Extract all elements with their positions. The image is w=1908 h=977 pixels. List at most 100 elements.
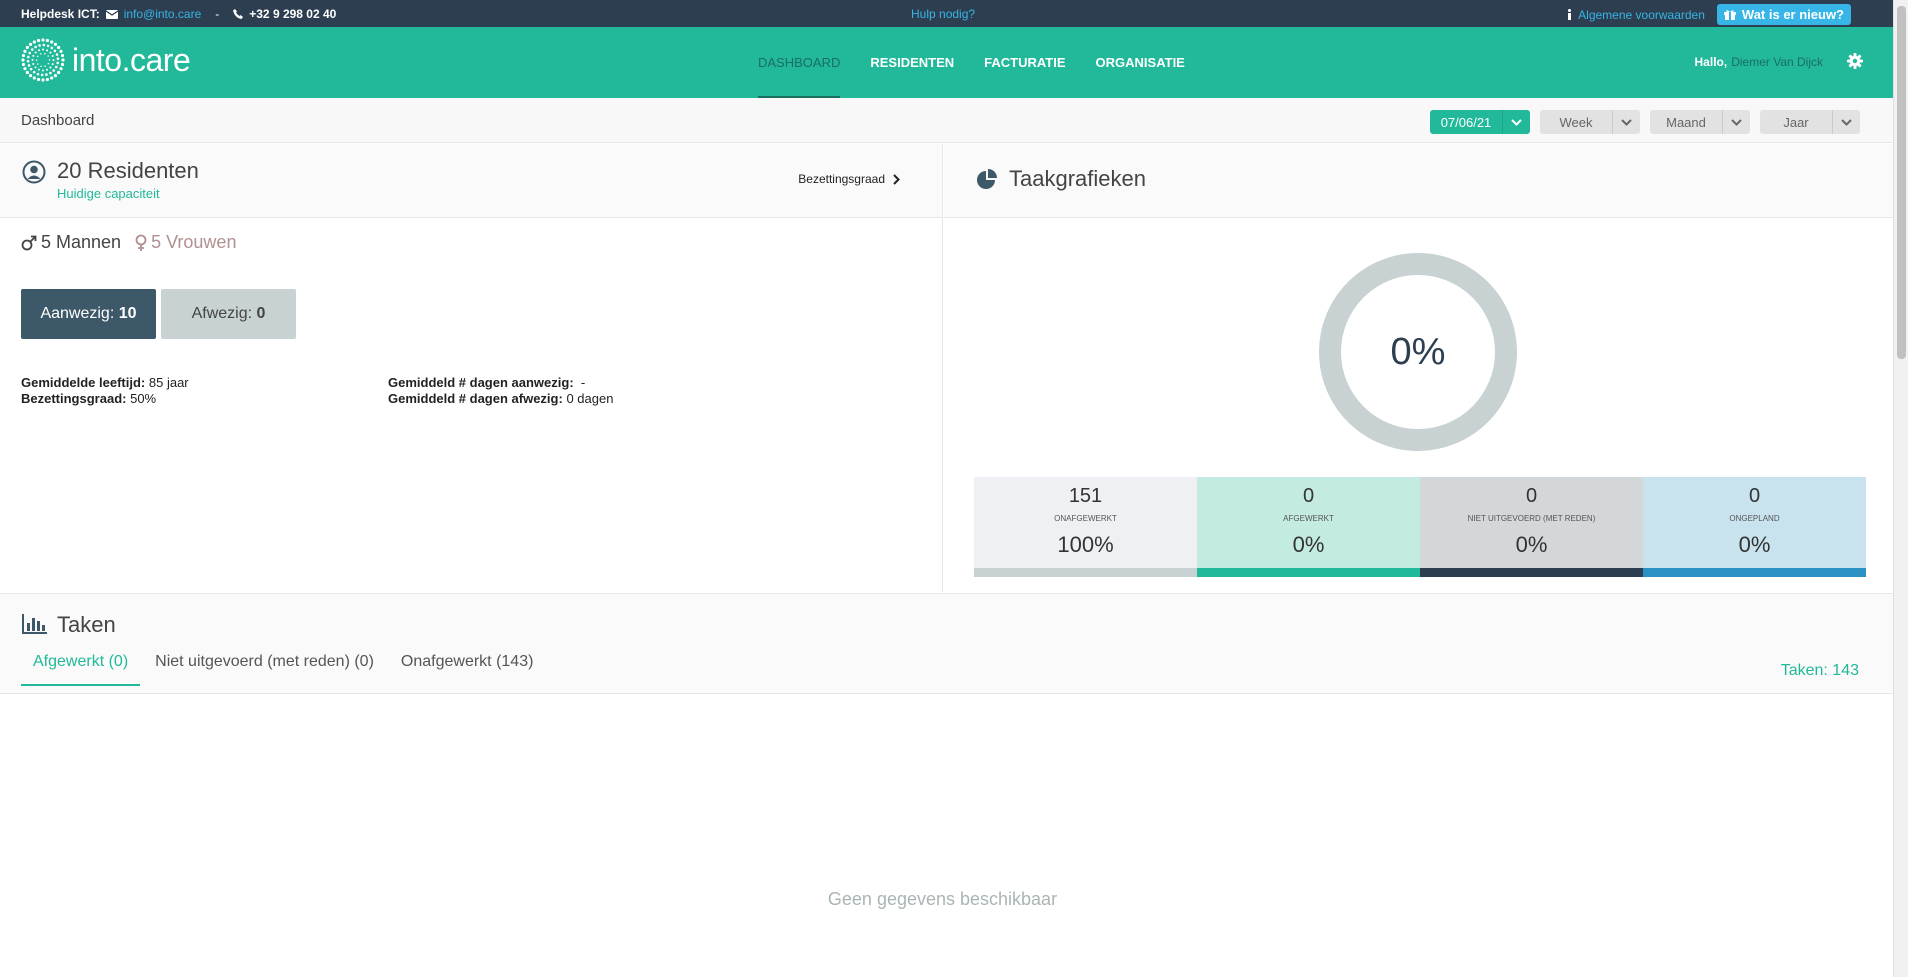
nav-facturatie[interactable]: FACTURATIE [984, 27, 1065, 98]
logo-dot [29, 67, 33, 71]
help-link[interactable]: Hulp nodig? [911, 7, 975, 21]
logo-dot [26, 59, 30, 63]
absent-button[interactable]: Afwezig: 0 [161, 289, 296, 339]
logo-dot [40, 73, 44, 77]
terms-link[interactable]: Algemene voorwaarden [1578, 8, 1705, 22]
helpdesk-contact: Helpdesk ICT: info@into.care - +32 9 298… [21, 7, 336, 21]
gift-icon [1723, 9, 1736, 20]
logo-dot [21, 62, 26, 67]
month-select[interactable]: Maand [1650, 110, 1750, 134]
tile-color-bar [1197, 568, 1420, 577]
tile-count: 0 [1302, 485, 1315, 507]
tab-niet-uitgevoerd[interactable]: Niet uitgevoerd (met reden) (0) [143, 641, 386, 686]
logo-dot [59, 49, 63, 53]
task-charts-panel: 0% 151 ONAFGEWERKT 100% 0 AFGEWERKT 0% 0… [944, 218, 1893, 592]
helpdesk-phone: +32 9 298 02 40 [249, 7, 337, 21]
tile-ongepland[interactable]: 0 ONGEPLAND 0% [1643, 477, 1866, 577]
week-select[interactable]: Week [1540, 110, 1640, 134]
logo-dot [34, 45, 37, 49]
logo-dot [49, 66, 52, 69]
female-icon [135, 234, 147, 252]
logo-dot [41, 38, 45, 42]
chevron-right-icon [893, 173, 900, 185]
occupancy-label: Bezettingsgraad: [21, 391, 127, 406]
logo-dot [21, 53, 26, 58]
occupancy-value: 50% [130, 391, 157, 406]
logo-dot [32, 40, 36, 44]
helpdesk-email-link[interactable]: info@into.care [124, 7, 202, 21]
avg-age-label: Gemiddelde leeftijd: [21, 375, 146, 390]
tab-afgewerkt[interactable]: Afgewerkt (0) [21, 641, 141, 686]
page-title: Dashboard [21, 112, 95, 129]
tile-caption: ONAFGEWERKT [1054, 514, 1117, 523]
absent-label: Afwezig: [191, 305, 253, 322]
user-greeting[interactable]: Hallo, Diemer Van Dijck [1695, 55, 1823, 69]
logo-dot [46, 44, 50, 48]
bar-chart-icon [22, 614, 48, 634]
tile-afgewerkt[interactable]: 0 AFGEWERKT 0% [1197, 477, 1420, 577]
logo-dot [34, 51, 37, 54]
present-button[interactable]: Aanwezig: 10 [21, 289, 156, 339]
logo-dot [36, 77, 41, 82]
nav-dashboard[interactable]: DASHBOARD [758, 27, 841, 98]
logo-dot [52, 69, 56, 72]
tile-caption: NIET UITGEVOERD (MET REDEN) [1467, 514, 1596, 523]
month-label: Maand [1666, 114, 1706, 130]
avg-days-present-value: - [580, 375, 586, 390]
scrollbar-thumb[interactable] [1897, 6, 1906, 359]
page-scrollbar[interactable] [1893, 0, 1908, 977]
greeting-label: Hallo, [1694, 55, 1728, 69]
men-count: 5 Mannen [41, 232, 122, 252]
week-label: Week [1559, 114, 1593, 130]
logo-dot [32, 76, 36, 80]
logo-dot [28, 42, 33, 46]
logo-dot [32, 54, 35, 57]
task-charts-title: Taakgrafieken [1009, 166, 1146, 191]
gear-icon[interactable] [1847, 53, 1863, 69]
residents-stats-right: Gemiddeld # dagen aanwezig: - Gemiddeld … [388, 375, 613, 407]
empty-state-message: Geen gegevens beschikbaar [827, 889, 1058, 909]
logo-dot [46, 49, 49, 52]
date-picker[interactable]: 07/06/21 [1430, 110, 1530, 134]
whats-new-button[interactable]: Wat is er nieuw? [1716, 4, 1851, 25]
logo-dot [34, 66, 37, 69]
chevron-down-icon [1502, 110, 1530, 134]
logo-dot [53, 74, 58, 78]
logo-dot [50, 46, 54, 50]
logo[interactable]: into.care [20, 37, 191, 83]
men-count-item: 5 Mannen [21, 232, 121, 253]
tasks-title: Taken [57, 612, 116, 637]
nav-organisatie[interactable]: ORGANISATIE [1096, 27, 1185, 98]
logo-dot [57, 70, 61, 75]
logo-dot [36, 38, 41, 43]
occupancy-link[interactable]: Bezettingsgraad [798, 172, 900, 186]
logo-dot [45, 38, 50, 43]
logo-dot [56, 57, 60, 61]
brand-name: into.care [72, 41, 191, 78]
present-value: 10 [118, 305, 137, 322]
helpdesk-bar: Helpdesk ICT: info@into.care - +32 9 298… [0, 0, 1893, 27]
donut-percentage: 0% [1390, 330, 1446, 373]
nav-residenten[interactable]: RESIDENTEN [870, 27, 954, 98]
terms-item[interactable]: Algemene voorwaarden [1567, 8, 1705, 22]
logo-dot [41, 69, 44, 72]
tile-caption: ONGEPLAND [1729, 514, 1780, 523]
logo-dot [47, 55, 49, 57]
logo-dot [57, 45, 61, 50]
logo-mark-icon [20, 37, 66, 83]
logo-dot [23, 67, 27, 71]
chevron-down-icon [1612, 110, 1640, 134]
logo-dot [26, 55, 30, 59]
logo-dot [38, 49, 41, 52]
logo-dot [27, 64, 31, 67]
year-select[interactable]: Jaar [1760, 110, 1860, 134]
main-nav: DASHBOARD RESIDENTEN FACTURATIE ORGANISA… [758, 27, 1215, 98]
tile-onafgewerkt[interactable]: 151 ONAFGEWERKT 100% [974, 477, 1197, 577]
task-charts-header: Taakgrafieken [944, 144, 1893, 218]
residents-count: 20 Residenten [57, 158, 199, 183]
logo-dot [41, 78, 45, 82]
logo-dot [45, 68, 48, 71]
year-label: Jaar [1783, 114, 1809, 130]
tile-niet-uitgevoerd[interactable]: 0 NIET UITGEVOERD (MET REDEN) 0% [1420, 477, 1643, 577]
tab-onafgewerkt[interactable]: Onafgewerkt (143) [389, 641, 546, 686]
